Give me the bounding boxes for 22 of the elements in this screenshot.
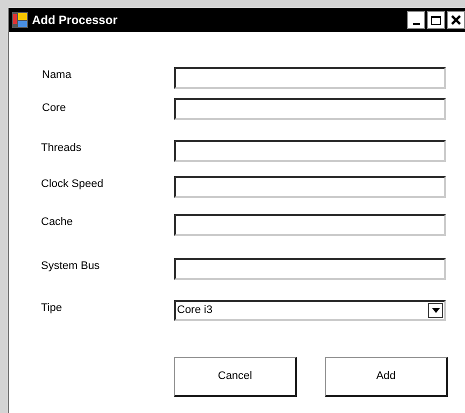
field-label: Threads: [40, 141, 82, 156]
field-label: Tipe: [40, 301, 63, 316]
minimize-button[interactable]: [407, 11, 425, 29]
text-field[interactable]: [174, 67, 446, 89]
field-label: Nama: [41, 68, 72, 83]
field-label: Clock Speed: [40, 177, 104, 192]
field-label: System Bus: [40, 259, 101, 274]
field-label: Core: [41, 101, 67, 116]
maximize-button[interactable]: [427, 11, 445, 29]
text-field[interactable]: [174, 98, 446, 120]
text-field[interactable]: [174, 140, 446, 162]
type-dropdown[interactable]: Core i3: [174, 300, 446, 321]
field-label: Cache: [40, 215, 74, 230]
close-icon: [451, 15, 461, 25]
text-field[interactable]: [174, 176, 446, 198]
close-button[interactable]: [447, 11, 465, 29]
window-title: Add Processor: [32, 12, 118, 29]
cancel-button[interactable]: Cancel: [174, 357, 297, 397]
text-field[interactable]: [174, 258, 446, 280]
app-icon: [12, 12, 28, 28]
add-button[interactable]: Add: [325, 357, 448, 397]
text-field[interactable]: [174, 214, 446, 236]
